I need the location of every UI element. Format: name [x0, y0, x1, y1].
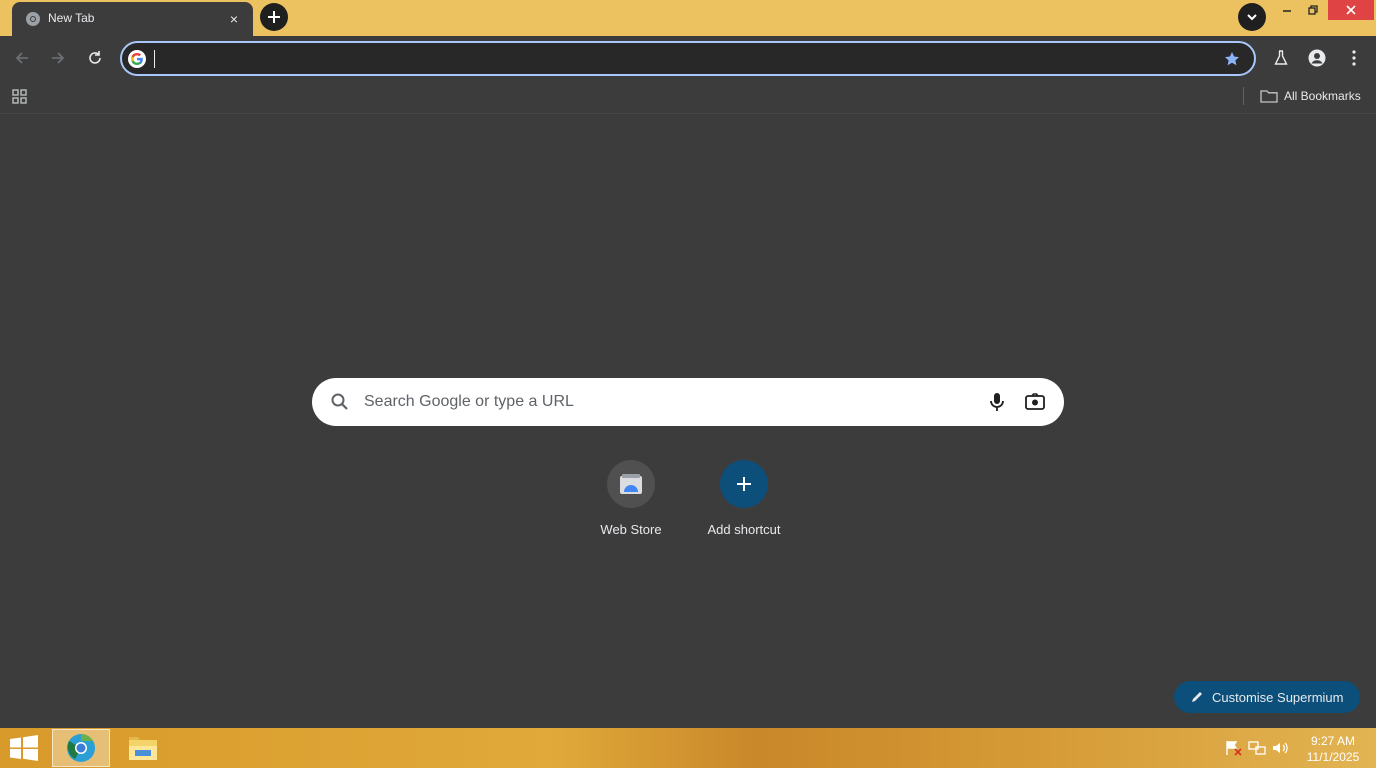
tab-new-tab[interactable]: New Tab ×: [12, 2, 253, 36]
clock-time: 9:27 AM: [1310, 734, 1356, 748]
profile-icon: [1308, 49, 1326, 67]
microphone-icon[interactable]: [986, 391, 1008, 413]
minimize-button[interactable]: [1276, 0, 1298, 20]
new-tab-button[interactable]: [260, 3, 288, 31]
back-arrow-icon: [15, 52, 28, 64]
bookmarks-divider: [1243, 87, 1244, 105]
taskbar-browser-button[interactable]: [52, 729, 110, 767]
close-icon: [1346, 5, 1356, 15]
text-cursor: [154, 50, 155, 68]
browser-toolbar: [0, 36, 1376, 80]
supermium-browser-icon: [67, 734, 95, 762]
chevron-down-icon: [1247, 14, 1257, 21]
tab-search-button[interactable]: [1238, 3, 1266, 31]
tab-close-icon[interactable]: ×: [225, 10, 243, 28]
ntp-search-placeholder: Search Google or type a URL: [364, 393, 574, 410]
search-icon: [331, 393, 348, 410]
profile-button[interactable]: [1303, 44, 1331, 72]
star-icon: [1225, 52, 1239, 66]
omnibox-input[interactable]: [156, 48, 1196, 70]
customise-label: Customise Supermium: [1212, 689, 1344, 705]
plus-icon: [720, 460, 768, 508]
reload-button[interactable]: [81, 44, 109, 72]
chrome-favicon-icon: [26, 12, 40, 26]
apps-grid-icon[interactable]: [10, 87, 30, 107]
camera-lens-icon[interactable]: [1024, 391, 1046, 413]
plus-icon: [268, 11, 280, 23]
windows-start-icon[interactable]: [8, 735, 40, 761]
labs-flask-icon: [1274, 50, 1288, 65]
close-window-button[interactable]: [1328, 0, 1374, 20]
all-bookmarks-button[interactable]: All Bookmarks: [1260, 86, 1361, 106]
bookmark-star-button[interactable]: [1222, 49, 1242, 69]
google-g-icon: [128, 50, 146, 68]
shortcut-label: Add shortcut: [707, 522, 781, 537]
action-center-flag-icon[interactable]: [1225, 740, 1243, 756]
web-store-icon: [607, 460, 655, 508]
taskbar-clock[interactable]: 9:27 AM 11/1/2025: [1296, 733, 1370, 765]
back-button[interactable]: [8, 44, 36, 72]
customise-button[interactable]: Customise Supermium: [1174, 681, 1360, 713]
minimize-icon: [1283, 10, 1291, 12]
new-tab-page: Search Google or type a URL Web Store Ad…: [0, 115, 1376, 728]
shortcut-add[interactable]: Add shortcut: [688, 460, 800, 550]
forward-button[interactable]: [44, 44, 72, 72]
file-explorer-icon: [129, 737, 157, 760]
all-bookmarks-label: All Bookmarks: [1284, 89, 1361, 103]
volume-icon[interactable]: [1271, 740, 1289, 756]
menu-button[interactable]: [1340, 44, 1368, 72]
clock-date: 11/1/2025: [1306, 750, 1360, 764]
shortcut-label: Web Store: [600, 522, 662, 537]
tab-strip: New Tab ×: [0, 0, 1376, 36]
restore-icon: [1308, 5, 1318, 15]
kebab-menu-icon: [1352, 50, 1356, 66]
reload-icon: [89, 51, 101, 64]
taskbar-explorer-button[interactable]: [114, 729, 172, 767]
tab-title: New Tab: [48, 11, 95, 25]
labs-button[interactable]: [1267, 44, 1295, 72]
omnibox[interactable]: [120, 41, 1256, 76]
ntp-search-box[interactable]: Search Google or type a URL: [312, 378, 1064, 426]
restore-button[interactable]: [1302, 0, 1324, 20]
windows-taskbar: 9:27 AM 11/1/2025: [0, 728, 1376, 768]
network-icon[interactable]: [1248, 740, 1266, 756]
pencil-icon: [1192, 692, 1202, 702]
bookmarks-bar: All Bookmarks: [0, 80, 1376, 114]
forward-arrow-icon: [52, 52, 65, 64]
shortcut-web-store[interactable]: Web Store: [575, 460, 687, 550]
folder-icon: [1260, 90, 1278, 103]
